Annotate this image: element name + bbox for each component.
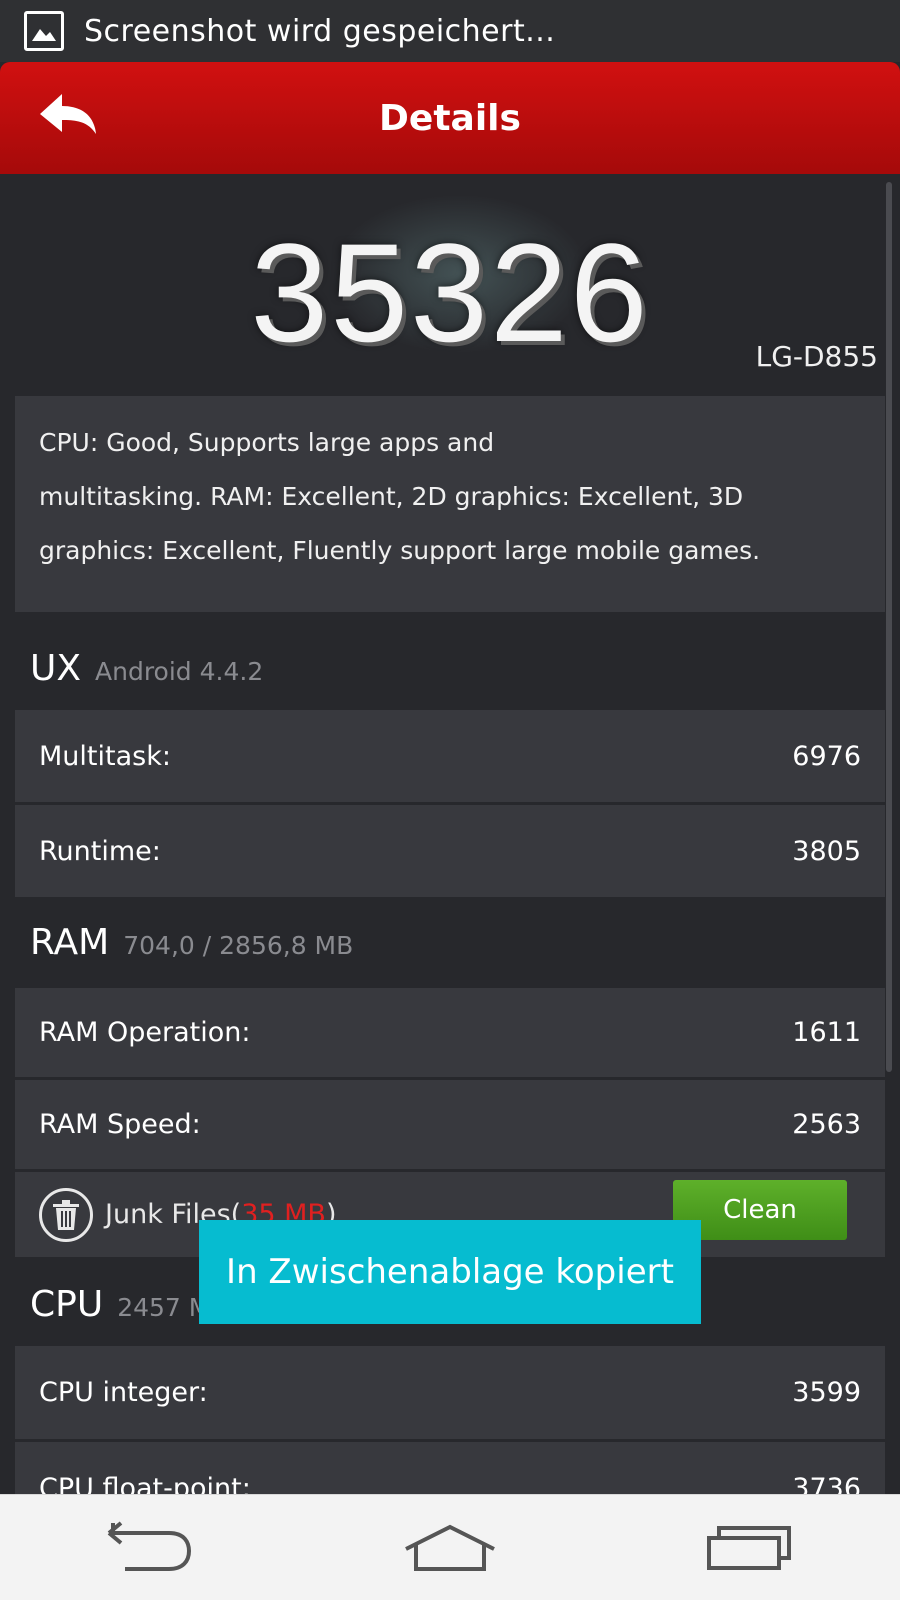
navigation-bar bbox=[0, 1494, 900, 1600]
row-label: Runtime: bbox=[39, 835, 161, 867]
section-title: RAM bbox=[30, 922, 110, 963]
ram-section-header: RAM 704,0 / 2856,8 MB bbox=[30, 922, 353, 963]
row-value: 6976 bbox=[792, 740, 861, 772]
description-line: CPU: Good, Supports large apps and bbox=[39, 428, 495, 457]
nav-home-button[interactable] bbox=[390, 1508, 510, 1588]
app-header: Details bbox=[0, 62, 900, 174]
home-icon bbox=[405, 1524, 495, 1571]
row-value: 1611 bbox=[792, 1017, 861, 1048]
section-subtitle: Android 4.4.2 bbox=[95, 657, 264, 686]
app-screen: Screenshot wird gespeichert... Details 3… bbox=[0, 0, 900, 1600]
section-title: UX bbox=[30, 648, 82, 689]
row-value: 3805 bbox=[792, 835, 861, 867]
section-subtitle: 704,0 / 2856,8 MB bbox=[123, 931, 354, 960]
row-value: 2563 bbox=[792, 1109, 861, 1140]
status-text: Screenshot wird gespeichert... bbox=[84, 13, 556, 49]
cpu-integer-row[interactable]: CPU integer: 3599 bbox=[15, 1346, 885, 1442]
page-title: Details bbox=[379, 97, 521, 139]
ram-operation-row[interactable]: RAM Operation: 1611 bbox=[15, 988, 885, 1080]
row-label: RAM Operation: bbox=[39, 1017, 251, 1048]
section-title: CPU bbox=[30, 1284, 104, 1325]
ux-section-header: UX Android 4.4.2 bbox=[30, 648, 263, 689]
device-model: LG-D855 bbox=[755, 340, 878, 373]
status-bar: Screenshot wird gespeichert... bbox=[0, 0, 900, 62]
ux-multitask-row[interactable]: Multitask: 6976 bbox=[15, 710, 885, 805]
description-line: graphics: Excellent, Fluently support la… bbox=[39, 536, 761, 565]
recent-apps-icon bbox=[707, 1525, 791, 1570]
row-label: CPU integer: bbox=[39, 1377, 208, 1408]
image-icon bbox=[24, 11, 64, 51]
ux-runtime-row[interactable]: Runtime: 3805 bbox=[15, 805, 885, 900]
nav-back-button[interactable] bbox=[90, 1508, 210, 1588]
toast-message: In Zwischenablage kopiert bbox=[199, 1220, 701, 1324]
nav-recent-apps-button[interactable] bbox=[690, 1508, 810, 1588]
trash-icon bbox=[39, 1187, 93, 1242]
ram-speed-row[interactable]: RAM Speed: 2563 bbox=[15, 1080, 885, 1172]
score-area: 35326 LG-D855 bbox=[0, 174, 900, 394]
back-icon bbox=[107, 1520, 192, 1571]
row-label: RAM Speed: bbox=[39, 1109, 201, 1140]
row-value: 3599 bbox=[792, 1377, 861, 1408]
row-label: Multitask: bbox=[39, 740, 171, 772]
rating-description: CPU: Good, Supports large apps and multi… bbox=[15, 396, 885, 612]
back-arrow-icon[interactable] bbox=[36, 92, 100, 142]
description-line: multitasking. RAM: Excellent, 2D graphic… bbox=[39, 482, 744, 511]
